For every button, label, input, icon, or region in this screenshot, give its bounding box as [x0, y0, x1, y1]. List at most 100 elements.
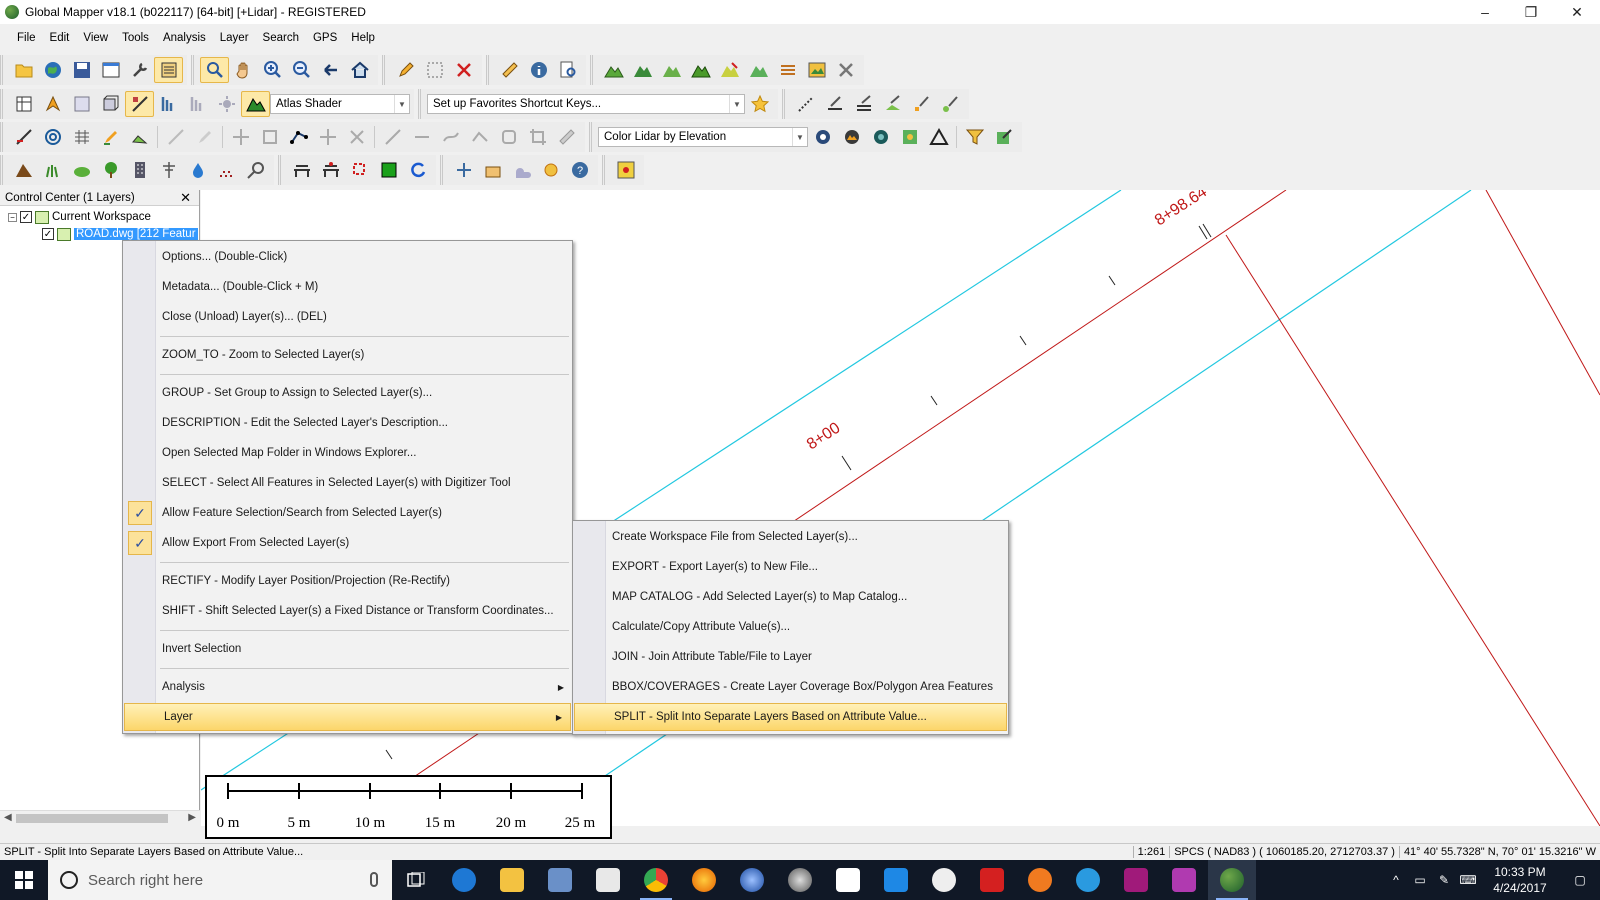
zoom-in-button[interactable]: [258, 57, 287, 83]
menu-item-allow-export[interactable]: ✓ Allow Export From Selected Layer(s): [123, 529, 572, 557]
menu-item-analysis[interactable]: Analysis ▶: [123, 673, 572, 701]
taskbar-clock[interactable]: 10:33 PM 4/24/2017: [1480, 864, 1560, 896]
edit-1-button[interactable]: [161, 124, 190, 150]
workspace-node[interactable]: − ✓ Current Workspace: [8, 209, 151, 225]
lidar-5-button[interactable]: [924, 124, 953, 150]
terrain-5-button[interactable]: [715, 57, 744, 83]
taskbar-calculator[interactable]: [584, 860, 632, 900]
terrain-feature-button[interactable]: [9, 157, 38, 183]
menu-item-zoom-to[interactable]: ZOOM_TO - Zoom to Selected Layer(s): [123, 341, 572, 369]
close-icon[interactable]: ✕: [180, 190, 191, 206]
split-3-button[interactable]: [436, 124, 465, 150]
overview-button[interactable]: [9, 91, 38, 117]
start-button[interactable]: [0, 860, 48, 900]
move-5-button[interactable]: [342, 124, 371, 150]
3d-5-button[interactable]: [403, 157, 432, 183]
close-window-button[interactable]: ✕: [1554, 0, 1600, 24]
noise-feature-button[interactable]: [212, 157, 241, 183]
taskbar-eye-app[interactable]: [1016, 860, 1064, 900]
menu-search[interactable]: Search: [256, 30, 306, 46]
menu-item-layer[interactable]: Layer ▶: [124, 703, 571, 731]
hillshade-button[interactable]: [212, 91, 241, 117]
misc-2-button[interactable]: [478, 157, 507, 183]
move-3-button[interactable]: [284, 124, 313, 150]
zoom-out-button[interactable]: [287, 57, 316, 83]
taskbar-clock-app[interactable]: [920, 860, 968, 900]
3d-view-button[interactable]: [96, 91, 125, 117]
menu-item-open-folder[interactable]: Open Selected Map Folder in Windows Expl…: [123, 439, 572, 467]
delete-feature-button[interactable]: [449, 57, 478, 83]
menu-item-metadata[interactable]: Metadata... (Double-Click + M): [123, 273, 572, 301]
split-6-button[interactable]: [523, 124, 552, 150]
online-data-button[interactable]: [38, 57, 67, 83]
shader-toggle-button[interactable]: [125, 91, 154, 117]
terrain-4-button[interactable]: [686, 57, 715, 83]
submenu-item-map-catalog[interactable]: MAP CATALOG - Add Selected Layer(s) to M…: [573, 583, 1008, 611]
lidar-edit-button[interactable]: [989, 124, 1018, 150]
3d-2-button[interactable]: [316, 157, 345, 183]
collapse-icon[interactable]: −: [8, 212, 17, 222]
terrain-1-button[interactable]: [599, 57, 628, 83]
lidar-4-button[interactable]: [895, 124, 924, 150]
favorites-select[interactable]: Set up Favorites Shortcut Keys... ▼: [427, 94, 745, 114]
create-area-button[interactable]: [96, 124, 125, 150]
misc-3-button[interactable]: [507, 157, 536, 183]
extra-map-button[interactable]: [611, 157, 640, 183]
terrain-9-button[interactable]: [831, 57, 860, 83]
building-feature-button[interactable]: [125, 157, 154, 183]
taskbar-globe[interactable]: [728, 860, 776, 900]
menu-help[interactable]: Help: [344, 30, 382, 46]
lidar-2-button[interactable]: [837, 124, 866, 150]
layer-checkbox[interactable]: ✓: [42, 228, 54, 240]
create-polygon-button[interactable]: [125, 124, 154, 150]
taskbar-file-explorer[interactable]: [488, 860, 536, 900]
move-1-button[interactable]: [226, 124, 255, 150]
terrain-6-button[interactable]: [744, 57, 773, 83]
path-profile-button[interactable]: [553, 57, 582, 83]
line-tool-2-button[interactable]: [820, 91, 849, 117]
full-view-button[interactable]: [345, 57, 374, 83]
help-button[interactable]: ?: [565, 157, 594, 183]
select-rect-button[interactable]: [420, 57, 449, 83]
3d-3-button[interactable]: [345, 157, 374, 183]
lidar-color-select[interactable]: Color Lidar by Elevation ▼: [598, 127, 808, 147]
taskbar-qt[interactable]: [1160, 860, 1208, 900]
map-layout-button[interactable]: [67, 91, 96, 117]
menu-item-select-all[interactable]: SELECT - Select All Features in Selected…: [123, 469, 572, 497]
taskbar-sketchup[interactable]: [968, 860, 1016, 900]
menu-item-rectify[interactable]: RECTIFY - Modify Layer Position/Projecti…: [123, 567, 572, 595]
tree-feature-button[interactable]: [96, 157, 125, 183]
menu-analysis[interactable]: Analysis: [156, 30, 213, 46]
scrollbar-thumb[interactable]: [16, 814, 168, 823]
contrast-button[interactable]: [183, 91, 212, 117]
task-view-button[interactable]: [392, 860, 440, 900]
keyboard-icon[interactable]: ⌨: [1456, 860, 1480, 900]
taskbar-app-3[interactable]: [536, 860, 584, 900]
create-grid-button[interactable]: [67, 124, 96, 150]
lidar-filter-button[interactable]: [960, 124, 989, 150]
line-tool-1-button[interactable]: [791, 91, 820, 117]
taskbar-search-box[interactable]: Search right here: [48, 860, 392, 900]
taskbar-pycharm[interactable]: [872, 860, 920, 900]
pen-icon[interactable]: ✎: [1432, 860, 1456, 900]
misc-1-button[interactable]: [449, 157, 478, 183]
lidar-1-button[interactable]: [808, 124, 837, 150]
minimize-button[interactable]: –: [1462, 0, 1508, 24]
export-button[interactable]: [96, 57, 125, 83]
move-2-button[interactable]: [255, 124, 284, 150]
split-7-button[interactable]: [552, 124, 581, 150]
save-workspace-button[interactable]: [67, 57, 96, 83]
favorites-star-button[interactable]: [745, 91, 774, 117]
shader-button[interactable]: [241, 91, 270, 117]
pan-tool-button[interactable]: [229, 57, 258, 83]
powerline-feature-button[interactable]: [154, 157, 183, 183]
line-tool-4-button[interactable]: [878, 91, 907, 117]
control-center-scrollbar[interactable]: ◀ ▶: [0, 810, 200, 826]
restore-button[interactable]: ❐: [1508, 0, 1554, 24]
submenu-item-export[interactable]: EXPORT - Export Layer(s) to New File...: [573, 553, 1008, 581]
taskbar-app-16[interactable]: [1112, 860, 1160, 900]
terrain-7-button[interactable]: [773, 57, 802, 83]
control-center-button[interactable]: [154, 57, 183, 83]
create-circle-button[interactable]: [38, 124, 67, 150]
move-4-button[interactable]: [313, 124, 342, 150]
